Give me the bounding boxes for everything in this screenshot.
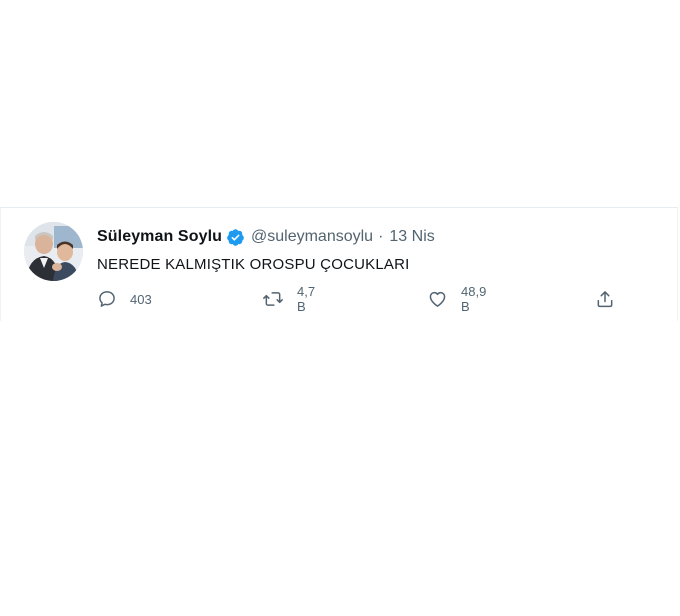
verified-badge-icon	[226, 228, 245, 247]
retweet-count: 4,7 B	[297, 284, 316, 314]
retweet-icon	[262, 289, 284, 309]
reply-button[interactable]: 403	[97, 288, 152, 310]
avatar-image	[24, 222, 83, 281]
like-button[interactable]: 48,9 B	[427, 284, 486, 314]
share-icon	[595, 289, 615, 309]
handle[interactable]: @suleymansoylu	[251, 228, 373, 246]
retweet-button[interactable]: 4,7 B	[262, 284, 315, 314]
tweet-text: NEREDE KALMIŞTIK OROSPU ÇOCUKLARI	[97, 256, 410, 273]
like-count: 48,9 B	[461, 284, 487, 314]
display-name[interactable]: Süleyman Soylu	[97, 228, 222, 246]
page: Süleyman Soylu @suleymansoylu · 13 Nis N…	[0, 0, 680, 616]
reply-bubble-icon	[97, 289, 117, 309]
tweet-date[interactable]: 13 Nis	[389, 228, 434, 246]
separator-dot: ·	[378, 228, 384, 245]
tweet-card[interactable]: Süleyman Soylu @suleymansoylu · 13 Nis N…	[0, 207, 678, 321]
reply-count: 403	[130, 291, 152, 307]
share-button[interactable]	[595, 288, 615, 310]
tweet-header: Süleyman Soylu @suleymansoylu · 13 Nis	[97, 226, 435, 248]
avatar[interactable]	[24, 222, 83, 281]
heart-icon	[427, 289, 448, 309]
